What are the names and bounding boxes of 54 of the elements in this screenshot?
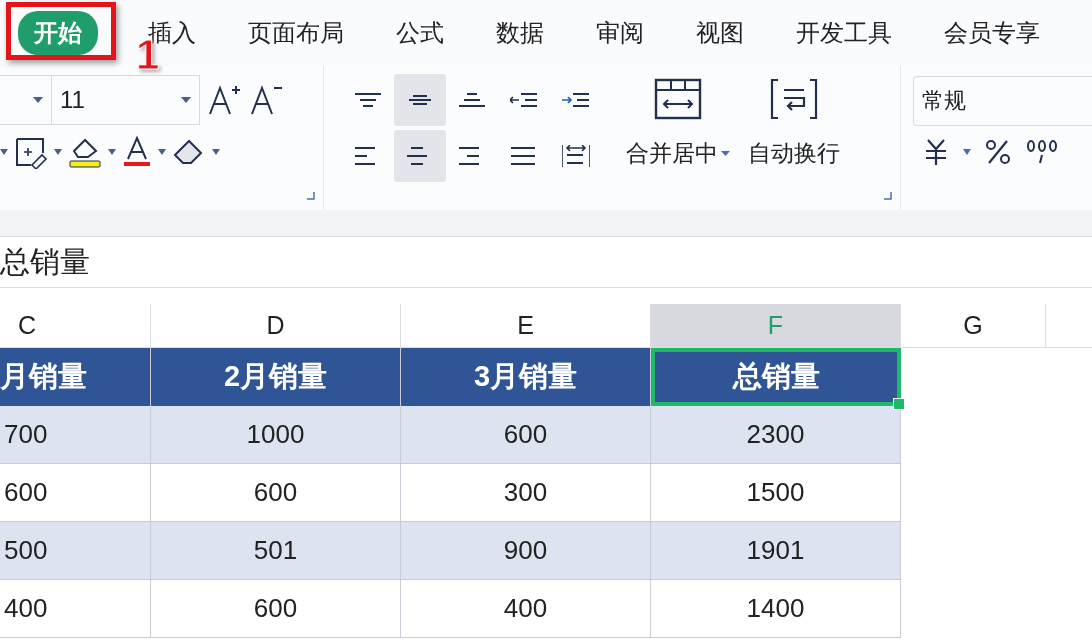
caret-icon[interactable]: [963, 149, 971, 155]
ribbon-tab[interactable]: 审阅: [582, 11, 658, 55]
ribbon-tab[interactable]: 公式: [382, 11, 458, 55]
table-header-cell: 2月销量: [151, 348, 401, 406]
percent-icon[interactable]: [983, 137, 1013, 167]
table-cell: 1000: [151, 406, 401, 464]
ribbon-tab[interactable]: 数据: [482, 11, 558, 55]
table-header-cell: 3月销量: [401, 348, 651, 406]
ribbon-tab[interactable]: 开发工具: [782, 11, 906, 55]
table-cell: 500: [0, 522, 151, 580]
merge-cells-icon: [654, 78, 702, 120]
alignment-icon: [406, 95, 434, 105]
table-cell: 600: [151, 580, 401, 638]
table-cell: 700: [0, 406, 151, 464]
alignment-icon: [510, 147, 538, 165]
caret-icon[interactable]: [0, 149, 8, 155]
alignment-icon: [510, 93, 538, 107]
table-cell: 600: [401, 406, 651, 464]
ribbon-tab[interactable]: 视图: [682, 11, 758, 55]
caret-icon[interactable]: [212, 149, 220, 155]
dialog-launcher-icon[interactable]: [884, 192, 892, 200]
font-size-dropdown[interactable]: 11: [52, 75, 200, 125]
font-color-icon[interactable]: [122, 135, 152, 169]
caret-icon: [721, 151, 730, 156]
caret-icon[interactable]: [108, 149, 116, 155]
ribbon-tab[interactable]: 页面布局: [234, 11, 358, 55]
table-cell: 400: [401, 580, 651, 638]
wrap-text-icon: [770, 78, 818, 120]
table-cell: 2300: [651, 406, 901, 464]
dialog-launcher-icon[interactable]: [307, 192, 315, 200]
fill-handle[interactable]: [893, 398, 905, 410]
alignment-icon: [458, 93, 486, 107]
column-header[interactable]: G: [901, 304, 1046, 348]
table-cell: 900: [401, 522, 651, 580]
wrap-text-button[interactable]: 自动换行: [744, 78, 844, 188]
table-header-cell: 月销量: [0, 348, 151, 406]
ribbon-tab[interactable]: 会员专享: [930, 11, 1054, 55]
caret-icon[interactable]: [158, 149, 166, 155]
alignment-icon: [562, 93, 590, 107]
table-cell: 1901: [651, 522, 901, 580]
table-cell: 1400: [651, 580, 901, 638]
merge-center-button[interactable]: 合并居中: [622, 78, 734, 188]
caret-icon: [181, 97, 191, 103]
caret-icon: [33, 97, 43, 103]
number-format-dropdown[interactable]: 常规: [913, 76, 1092, 126]
align-button[interactable]: [394, 130, 446, 182]
table-cell: 501: [151, 522, 401, 580]
formula-bar[interactable]: 总销量: [0, 236, 1092, 288]
border-icon[interactable]: [14, 135, 48, 169]
alignment-icon: [354, 93, 382, 107]
align-button[interactable]: [394, 74, 446, 126]
alignment-icon: [562, 145, 590, 167]
caret-icon[interactable]: [54, 149, 62, 155]
table-cell: 400: [0, 580, 151, 638]
